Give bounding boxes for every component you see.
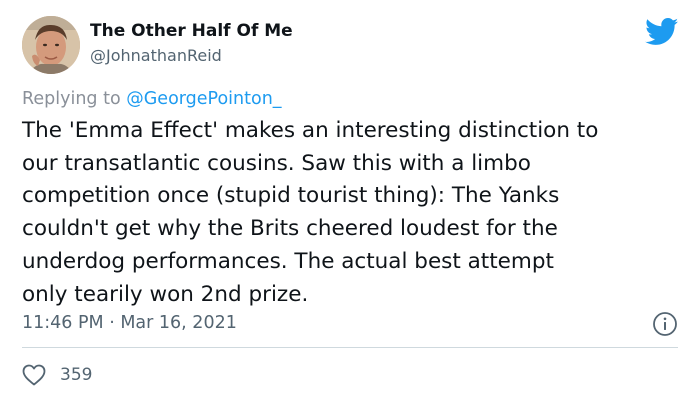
like-count: 359 [60, 365, 93, 385]
avatar[interactable] [22, 16, 80, 74]
avatar-photo [22, 16, 80, 74]
tweet-text-line: couldn't get why the Brits cheered loude… [22, 216, 558, 242]
twitter-bird-icon[interactable] [645, 18, 679, 46]
tweet-timestamp[interactable]: 11:46 PM · Mar 16, 2021 [22, 311, 237, 335]
author-display-name[interactable]: The Other Half Of Me [90, 20, 293, 42]
reply-context: Replying to @GeorgePointon_ [22, 87, 282, 111]
reply-prefix: Replying to [22, 89, 121, 109]
heart-icon[interactable] [22, 364, 46, 386]
author-handle[interactable]: @JohnathanReid [90, 45, 222, 67]
divider [22, 347, 678, 348]
tweet-text-line: only tearily won 2nd prize. [22, 281, 309, 307]
tweet-text-line: our transatlantic cousins. Saw this with… [22, 150, 531, 176]
tweet-text-line: underdog performances. The actual best a… [22, 248, 554, 274]
tweet-text: The 'Emma Effect' makes an interesting d… [22, 115, 687, 311]
tweet-text-line: competition once (stupid tourist thing):… [22, 183, 560, 209]
info-icon[interactable] [652, 311, 678, 337]
tweet-text-line: The 'Emma Effect' makes an interesting d… [22, 118, 599, 143]
reply-mention-link[interactable]: @GeorgePointon_ [126, 89, 281, 109]
